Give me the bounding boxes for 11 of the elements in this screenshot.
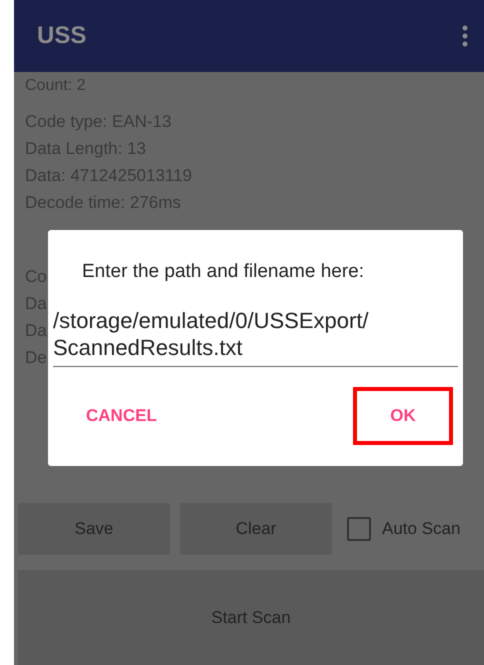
path-input-field[interactable]: /storage/emulated/0/USSExport/ScannedResults.txt [53,307,458,367]
dialog-message: Enter the path and filename here: [81,260,366,284]
auto-scan-label: Auto Scan [382,519,460,539]
dialog-button[interactable]: CANCEL [53,387,190,445]
action-button[interactable]: Save [18,503,170,555]
overflow-menu-icon[interactable] [462,25,468,47]
dialog-button[interactable]: OK [353,387,453,445]
auto-scan-checkbox[interactable] [347,517,371,541]
app-title: USS [37,22,86,50]
start-scan-button[interactable]: Start Scan [18,570,484,665]
action-button[interactable]: Clear [180,503,332,555]
